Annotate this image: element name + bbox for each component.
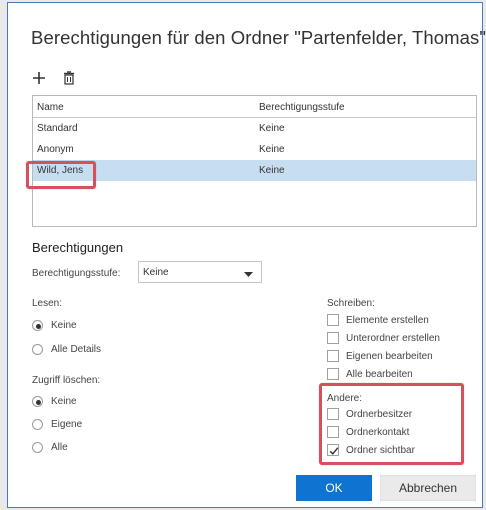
chevron-down-icon [244,270,253,281]
radio-label: Alle [51,442,68,453]
radio-circle [32,442,43,453]
checkbox-label: Elemente erstellen [346,315,429,326]
highlight-selected-user [26,161,96,189]
permission-level-dropdown[interactable]: Keine [138,261,262,283]
checkbox-box [327,368,339,380]
write-label: Schreiben: [327,298,375,309]
radio-circle [32,344,43,355]
table-header: Name Berechtigungsstufe [33,96,476,118]
permissions-table: Name Berechtigungsstufe Standard Keine A… [32,95,477,227]
radio-label: Keine [51,320,77,331]
row-name: Standard [37,123,78,134]
trash-icon[interactable] [62,71,76,85]
cancel-button[interactable]: Abbrechen [380,475,476,501]
permission-level-label: Berechtigungsstufe: [32,268,121,279]
table-row[interactable]: Anonym Keine [33,139,476,160]
radio-circle [32,320,43,331]
checkbox-label: Eigenen bearbeiten [346,351,433,362]
row-level: Keine [259,144,285,155]
delete-access-label: Zugriff löschen: [32,375,101,386]
checkbox-box [327,332,339,344]
permissions-dialog: Berechtigungen für den Ordner "Partenfel… [7,2,486,508]
permission-level-value: Keine [143,267,169,278]
radio-label: Keine [51,396,77,407]
highlight-other-permissions [319,383,464,465]
dialog-title: Berechtigungen für den Ordner "Partenfel… [31,27,486,48]
table-row[interactable]: Standard Keine [33,118,476,139]
checkbox-label: Alle bearbeiten [346,369,413,380]
radio-circle [32,396,43,407]
checkbox-box [327,350,339,362]
read-label: Lesen: [32,298,63,309]
row-level: Keine [259,165,285,176]
permissions-section-title: Berechtigungen [32,240,124,255]
column-header-level[interactable]: Berechtigungsstufe [259,102,345,113]
radio-label: Alle Details [51,344,102,355]
column-header-name[interactable]: Name [37,102,64,113]
row-name: Anonym [37,144,74,155]
table-row-selected[interactable]: Wild, Jens Keine [33,160,476,181]
radio-label: Eigene [51,419,83,430]
checkbox-box [327,314,339,326]
radio-circle [32,419,43,430]
row-level: Keine [259,123,285,134]
checkbox-label: Unterordner erstellen [346,333,440,344]
plus-icon[interactable] [32,71,46,85]
ok-button[interactable]: OK [296,475,372,501]
